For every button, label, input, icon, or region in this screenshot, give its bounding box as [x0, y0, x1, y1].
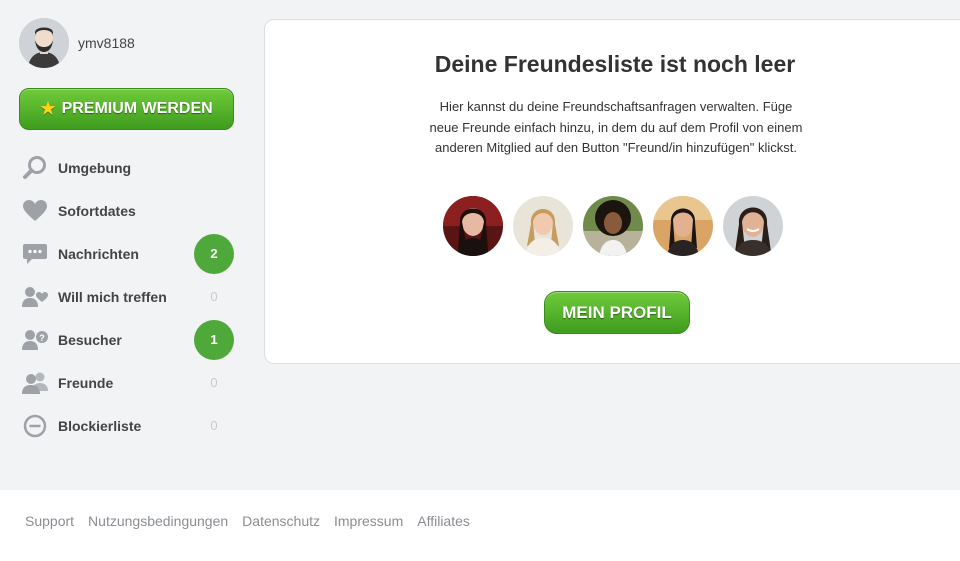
- footer-link-support[interactable]: Support: [25, 513, 74, 529]
- svg-text:?: ?: [39, 333, 45, 343]
- sidebar-item-label: Sofortdates: [58, 202, 136, 219]
- sidebar-item-label: Blockierliste: [58, 417, 142, 434]
- footer-link-affiliates[interactable]: Affiliates: [417, 513, 470, 529]
- sidebar-item-label: Besucher: [58, 331, 122, 348]
- sidebar-item-label: Nachrichten: [58, 245, 139, 262]
- count-badge: 0: [210, 375, 218, 390]
- search-icon: [20, 153, 50, 183]
- empty-state-description: Hier kannst du deine Freundschaftsanfrag…: [429, 99, 803, 155]
- member-photo: [583, 196, 643, 256]
- star-icon: ★: [40, 99, 56, 118]
- sidebar-item-nachrichten[interactable]: Nachrichten 2: [20, 232, 234, 275]
- my-profile-button[interactable]: MEIN PROFIL: [544, 291, 690, 334]
- users-icon: [20, 368, 50, 398]
- sidebar-item-umgebung[interactable]: Umgebung: [20, 146, 234, 189]
- sidebar-item-label: Freunde: [58, 374, 114, 391]
- sidebar-item-label: Umgebung: [58, 159, 132, 176]
- avatar[interactable]: [19, 18, 69, 68]
- user-profile[interactable]: ymv8188: [19, 18, 135, 68]
- member-photo-row: [443, 196, 793, 256]
- member-photo: [723, 196, 783, 256]
- sidebar-item-besucher[interactable]: ? Besucher 1: [20, 318, 234, 361]
- footer-link-impressum[interactable]: Impressum: [334, 513, 403, 529]
- heart-icon: [20, 196, 50, 226]
- user-question-icon: ?: [20, 325, 50, 355]
- member-photo: [513, 196, 573, 256]
- footer-link-nutzungsbedingungen[interactable]: Nutzungsbedingungen: [88, 513, 228, 529]
- count-badge: 0: [210, 289, 218, 304]
- premium-button[interactable]: ★ PREMIUM WERDEN: [19, 88, 234, 130]
- chat-icon: [20, 239, 50, 269]
- member-photo: [443, 196, 503, 256]
- empty-friends-card: Deine Freundesliste ist noch leer Hier k…: [264, 19, 960, 364]
- sidebar-item-freunde[interactable]: Freunde 0: [20, 361, 234, 404]
- premium-button-label: PREMIUM WERDEN: [61, 100, 213, 117]
- sidebar-item-sofortdates[interactable]: Sofortdates: [20, 189, 234, 232]
- sidebar-item-will-mich-treffen[interactable]: Will mich treffen 0: [20, 275, 234, 318]
- sidebar-nav: Umgebung Sofortdates Nachrichten 2 Will …: [20, 146, 234, 447]
- default-male-avatar-icon: [19, 18, 69, 68]
- sidebar-item-blockierliste[interactable]: Blockierliste 0: [20, 404, 234, 447]
- unread-count-badge: 2: [194, 233, 234, 274]
- footer-link-datenschutz[interactable]: Datenschutz: [242, 513, 320, 529]
- page-title: Deine Freundesliste ist noch leer: [434, 51, 796, 77]
- count-badge: 0: [210, 418, 218, 433]
- sidebar-item-label: Will mich treffen: [58, 288, 167, 305]
- member-photo: [653, 196, 713, 256]
- footer-links: Support Nutzungsbedingungen Datenschutz …: [25, 513, 484, 529]
- user-heart-icon: [20, 282, 50, 312]
- visitor-count-badge: 1: [194, 319, 234, 360]
- block-icon: [20, 411, 50, 441]
- username[interactable]: ymv8188: [78, 35, 135, 51]
